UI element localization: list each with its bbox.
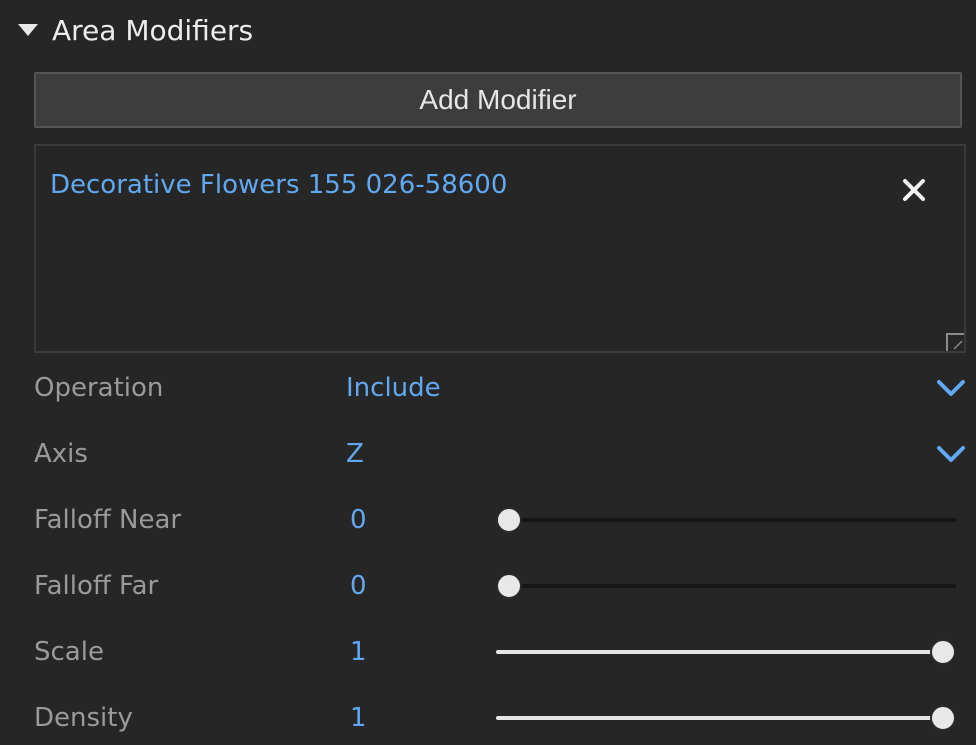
modifier-list[interactable]: Decorative Flowers 155 026-58600	[34, 144, 966, 353]
add-modifier-button[interactable]: Add Modifier	[34, 72, 962, 128]
slider-thumb[interactable]	[496, 507, 522, 533]
falloff-far-value[interactable]: 0	[350, 566, 367, 606]
modifier-item-name[interactable]: Decorative Flowers 155 026-58600	[50, 170, 507, 200]
density-label: Density	[34, 703, 133, 733]
scale-slider[interactable]	[496, 638, 956, 666]
slider-thumb[interactable]	[930, 639, 956, 665]
falloff-far-slider[interactable]	[496, 572, 956, 600]
density-slider[interactable]	[496, 704, 956, 732]
scale-value[interactable]: 1	[350, 632, 367, 672]
falloff-far-row: Falloff Far 0	[34, 566, 966, 606]
density-value[interactable]: 1	[350, 698, 367, 738]
scale-label: Scale	[34, 637, 104, 667]
section-header[interactable]: Area Modifiers	[18, 8, 253, 52]
falloff-near-value[interactable]: 0	[350, 500, 367, 540]
density-row: Density 1	[34, 698, 966, 738]
scale-row: Scale 1	[34, 632, 966, 672]
operation-row: Operation Include	[34, 368, 966, 408]
section-title: Area Modifiers	[52, 13, 254, 47]
axis-label: Axis	[34, 439, 88, 469]
resize-handle-icon[interactable]	[946, 333, 964, 351]
falloff-near-label: Falloff Near	[34, 505, 182, 535]
area-modifiers-panel: Area Modifiers Add Modifier Decorative F…	[0, 0, 976, 745]
falloff-near-slider[interactable]	[496, 506, 956, 534]
slider-thumb[interactable]	[930, 705, 956, 731]
falloff-near-row: Falloff Near 0	[34, 500, 966, 540]
close-icon	[903, 179, 925, 201]
operation-dropdown-value[interactable]: Include	[346, 368, 441, 408]
triangle-down-icon[interactable]	[18, 24, 38, 36]
operation-label: Operation	[34, 373, 164, 403]
axis-dropdown-value[interactable]: Z	[346, 434, 364, 474]
chevron-down-icon[interactable]	[936, 374, 966, 402]
slider-thumb[interactable]	[496, 573, 522, 599]
chevron-down-icon[interactable]	[936, 440, 966, 468]
falloff-far-label: Falloff Far	[34, 571, 159, 601]
remove-modifier-button[interactable]	[894, 170, 934, 210]
axis-row: Axis Z	[34, 434, 966, 474]
